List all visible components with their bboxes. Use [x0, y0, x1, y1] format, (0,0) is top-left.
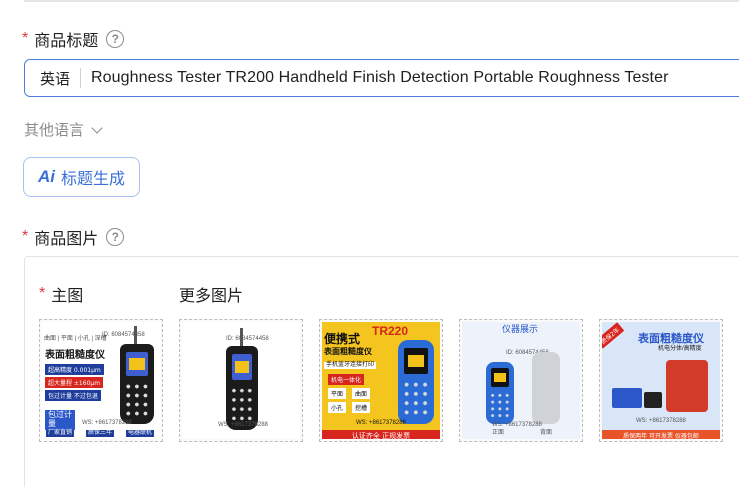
help-icon[interactable]: ? — [106, 30, 125, 48]
thumb-title: 便携式 — [324, 332, 361, 346]
device-case-image — [666, 360, 708, 412]
main-image-label-row: * 主图 — [39, 282, 83, 306]
main-image-label: 主图 — [51, 286, 84, 305]
watermark-text: WS: +8617378288 — [636, 418, 686, 424]
product-images-label-row: * 商品图片 ? — [22, 225, 125, 249]
thumb-chip: 曲面 — [352, 388, 371, 399]
main-image-thumb[interactable]: 曲面 | 平面 | 小孔 | 深槽 ID: 6084574458 表面粗糙度仪 … — [39, 319, 163, 442]
watermark-text: ID: 6084574458 — [102, 332, 145, 338]
required-mark: * — [39, 285, 46, 302]
thumb-badge: 包过计量 — [45, 410, 75, 430]
thumb-footer: 电器联机 — [126, 430, 155, 437]
watermark-text: WS: +8617378288 — [82, 420, 132, 426]
more-image-thumb-1[interactable]: ID: 6084574458 WS: +8617378288 — [179, 319, 303, 442]
product-title-input[interactable]: 英语 Roughness Tester TR200 Handheld Finis… — [24, 59, 739, 97]
watermark-text: WS: +8617378288 — [218, 422, 268, 428]
product-title-value[interactable]: Roughness Tester TR200 Handheld Finish D… — [91, 69, 669, 87]
device-probe — [134, 326, 137, 346]
more-image-1: ID: 6084574458 WS: +8617378288 — [182, 322, 300, 439]
language-tag: 英语 — [40, 69, 71, 88]
thumb-chip: 小孔 — [328, 402, 347, 413]
thumb-footer: 厂家直销 — [46, 430, 75, 437]
ai-button-label: 标题生成 — [60, 169, 125, 188]
watermark-text: ID: 6084574458 — [226, 336, 269, 342]
thumb-title: 仪器展示 — [502, 325, 539, 335]
more-images-label: 更多图片 — [179, 282, 243, 306]
watermark-text: WS: +8617378288 — [356, 420, 406, 426]
more-images-label-text: 更多图片 — [179, 286, 244, 305]
product-images-label: 商品图片 — [34, 229, 99, 248]
device-image — [226, 346, 258, 430]
thumb-chip: 平面 — [328, 388, 347, 399]
ai-title-generate-button[interactable]: Ai 标题生成 — [23, 157, 140, 197]
required-mark: * — [22, 30, 29, 47]
help-icon[interactable]: ? — [106, 228, 125, 246]
device-probe — [240, 328, 243, 346]
thumb-title: 表面粗糙度仪 — [324, 347, 372, 356]
thumb-chip: 机电一体化 — [328, 374, 365, 385]
product-title-label: 商品标题 — [34, 31, 99, 50]
language-separator — [80, 68, 82, 88]
chevron-down-icon — [91, 121, 103, 134]
thumb-footer: 质保三年 — [86, 430, 115, 437]
other-languages-label: 其他语言 — [24, 121, 85, 139]
more-image-thumb-3[interactable]: 仪器展示 ID: 6084574458 正面 背面 WS: +861737828… — [459, 319, 583, 442]
required-mark: * — [22, 228, 29, 245]
thumb-chip: 挖槽 — [352, 402, 371, 413]
ai-sparkle-icon: Ai — [37, 167, 55, 186]
more-image-3: 仪器展示 ID: 6084574458 正面 背面 WS: +861737828… — [462, 322, 580, 439]
thumb-subtitle: 手机蓝牙连接打印 — [324, 362, 377, 369]
thumb-subtitle: 机电分体/高精度 — [658, 346, 702, 352]
device-image — [120, 344, 154, 424]
thumb-footer: 质保两年 可开发票 仪器包邮 — [602, 430, 720, 439]
section-divider — [24, 0, 739, 2]
device-image — [486, 362, 514, 424]
other-languages-toggle[interactable]: 其他语言 — [24, 119, 103, 140]
device-image — [398, 340, 434, 424]
more-image-2: TR220 便携式 表面粗糙度仪 手机蓝牙连接打印 机电一体化 平面 曲面 小孔… — [322, 322, 440, 439]
main-image: 曲面 | 平面 | 小孔 | 深槽 ID: 6084574458 表面粗糙度仪 … — [42, 322, 160, 439]
more-image-thumb-2[interactable]: TR220 便携式 表面粗糙度仪 手机蓝牙连接打印 机电一体化 平面 曲面 小孔… — [319, 319, 443, 442]
watermark-text: WS: +8617378288 — [492, 422, 542, 428]
device-back-image — [532, 352, 560, 424]
thumb-title: 表面粗糙度仪 — [638, 332, 704, 345]
thumb-caption: 正面 — [492, 430, 505, 436]
thumb-corner-badge: 质保2年 — [602, 322, 625, 349]
accessory-image — [612, 388, 642, 408]
thumb-title: 表面粗糙度仪 — [45, 350, 105, 361]
more-image-4: 质保2年 表面粗糙度仪 机电分体/高精度 WS: +8617378288 质保两… — [602, 322, 720, 439]
thumb-badge: 包过计量 不过包退 — [45, 390, 101, 401]
product-title-label-row: * 商品标题 ? — [22, 27, 125, 51]
more-image-thumb-4[interactable]: 质保2年 表面粗糙度仪 机电分体/高精度 WS: +8617378288 质保两… — [599, 319, 723, 442]
thumb-badge: 超高精度 0.001μm — [45, 364, 104, 375]
accessory-image — [644, 392, 662, 408]
thumb-model: TR220 — [372, 324, 409, 338]
thumb-caption: 背面 — [540, 430, 553, 436]
thumb-footer: 认证齐全 正规发票 — [322, 430, 440, 439]
thumb-badge: 超大量程 ±160μm — [45, 377, 104, 388]
thumb-text: 曲面 | 平面 | 小孔 | 深槽 — [44, 336, 107, 342]
